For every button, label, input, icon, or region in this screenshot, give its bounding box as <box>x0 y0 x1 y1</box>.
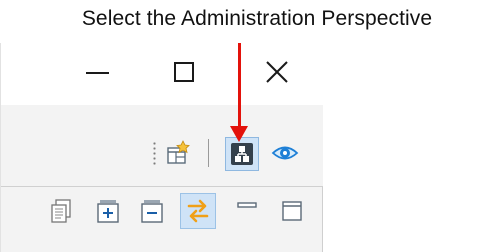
maximize-icon <box>174 62 194 82</box>
link-with-editor-icon <box>187 199 209 223</box>
close-icon <box>266 61 288 83</box>
copy-button[interactable] <box>47 197 75 225</box>
administration-perspective-button[interactable] <box>225 137 259 171</box>
open-perspective-button[interactable] <box>165 139 193 167</box>
title-bar <box>1 43 323 105</box>
callout-arrow-line <box>238 43 241 128</box>
eye-icon <box>271 146 299 160</box>
watch-perspective-button[interactable] <box>271 139 299 167</box>
maximize-view-button[interactable] <box>278 197 306 225</box>
perspective-toolbar <box>1 133 323 173</box>
close-window-button[interactable] <box>257 57 297 89</box>
open-perspective-icon <box>167 140 190 164</box>
toolbar-separator <box>208 139 209 167</box>
toolbar-grip-icon[interactable] <box>153 141 156 167</box>
expand-all-icon <box>97 200 119 223</box>
copy-icon <box>51 199 71 223</box>
collapse-all-button[interactable] <box>138 197 166 225</box>
minimize-icon <box>86 72 109 74</box>
administration-perspective-icon <box>231 143 253 165</box>
callout-arrow-head-icon <box>230 126 248 142</box>
application-window <box>0 43 323 252</box>
minimize-window-button[interactable] <box>78 57 118 89</box>
view-toolbar <box>1 187 323 252</box>
maximize-view-icon <box>282 201 302 221</box>
callout-text: Select the Administration Perspective <box>81 7 433 30</box>
collapse-all-icon <box>141 200 163 223</box>
maximize-window-button[interactable] <box>164 57 204 89</box>
expand-all-button[interactable] <box>94 197 122 225</box>
minimize-view-icon <box>237 202 257 208</box>
minimize-view-button[interactable] <box>233 197 261 225</box>
link-with-editor-button[interactable] <box>180 193 216 229</box>
